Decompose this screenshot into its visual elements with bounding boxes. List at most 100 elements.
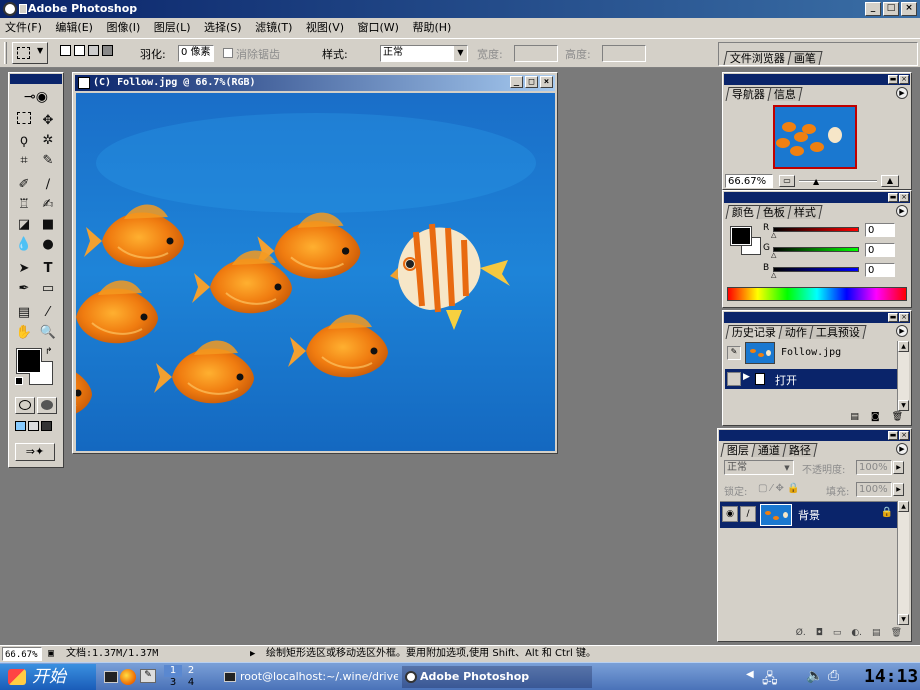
task-terminal[interactable]: root@localhost:~/.wine/drive_c/ [222,666,398,688]
tab-tool-presets[interactable]: 工具预设 [809,325,867,339]
screen-full-icon[interactable] [41,421,52,431]
notes-icon[interactable]: ▤ [13,303,35,323]
zoom-slider[interactable] [799,180,877,182]
tray-arrow-icon[interactable]: ◀ [746,669,754,680]
add-selection-icon[interactable] [74,45,85,56]
photoshop-eye-icon[interactable]: ⊸◉ [13,87,59,107]
screen-full-menu-icon[interactable] [28,421,39,431]
minimize-button[interactable]: _ [865,2,881,16]
stamp-icon[interactable]: ♖ [13,195,35,215]
menu-help[interactable]: 帮助(H) [407,18,456,38]
opacity-arrow-icon[interactable]: ▶ [893,461,904,474]
menu-window[interactable]: 窗口(W) [353,18,404,38]
tab-paths[interactable]: 路径 [782,443,818,457]
tab-swatches[interactable]: 色板 [756,205,792,219]
zoom-icon[interactable]: 🔍 [37,323,59,343]
doc-close-button[interactable]: × [540,76,553,88]
image-canvas[interactable] [76,93,555,451]
workspace-2[interactable]: 2 [182,665,200,677]
start-button[interactable]: 开始 [0,664,96,690]
blur-icon[interactable]: 💧 [13,235,35,255]
clock[interactable]: 14:13 [864,665,918,689]
marquee-icon[interactable] [13,111,35,131]
adjustment-layer-icon[interactable]: ◐. [851,628,862,638]
color-fg-swatch[interactable] [730,226,752,246]
shape-icon[interactable]: ▭ [37,279,59,299]
doc-minimize-button[interactable]: _ [510,76,523,88]
move-icon[interactable]: ✥ [37,111,59,131]
workspace-4[interactable]: 4 [182,677,200,689]
workspace-1[interactable]: 1 [164,665,182,677]
layer-row[interactable]: ◉ ∕ 背景 🔒 [720,502,897,528]
palette-minimize-button[interactable]: ▬ [888,313,898,322]
navigator-zoom-input[interactable]: 66.67% [725,174,773,188]
blend-mode-select[interactable]: 正常 ▼ [724,460,794,475]
doc-maximize-button[interactable]: □ [525,76,538,88]
scroll-down-icon[interactable]: ▼ [898,400,909,411]
feather-input[interactable]: 0 像素 [178,45,214,62]
antialias-checkbox[interactable] [223,48,233,58]
palette-minimize-button[interactable]: ▬ [888,431,898,440]
layer-mask-icon[interactable]: ◘ [816,628,823,638]
gradient-icon[interactable]: ■ [37,215,59,235]
scroll-down-icon[interactable]: ▼ [898,614,909,625]
task-photoshop[interactable]: Adobe Photoshop [402,666,592,688]
color-spectrum-bar[interactable] [727,287,907,301]
new-layer-icon[interactable]: ▤ [872,628,881,638]
layers-scrollbar[interactable]: ▲ ▼ [897,501,909,625]
layer-style-icon[interactable]: Ø. [796,628,806,638]
channel-g-thumb[interactable]: △ [771,251,776,259]
menu-select[interactable]: 选择(S) [199,18,247,38]
jump-to-imageready-icon[interactable]: ⇒✦ [15,443,55,461]
network-icon[interactable]: 🖧 [762,668,778,690]
navigator-thumbnail[interactable] [773,105,857,169]
channel-g-input[interactable]: 0 [865,243,895,257]
fill-arrow-icon[interactable]: ▶ [893,483,904,496]
type-icon[interactable]: T [37,259,59,279]
history-brush-icon[interactable]: ✍ [37,195,59,215]
menu-image[interactable]: 图像(I) [101,18,145,38]
style-select[interactable]: 正常 ▼ [380,45,468,62]
menu-filter[interactable]: 滤镜(T) [250,18,297,38]
path-select-icon[interactable]: ➤ [13,259,35,279]
quickmask-mode-icon[interactable] [37,397,57,414]
palette-minimize-button[interactable]: ▬ [888,75,898,84]
channel-b-thumb[interactable]: △ [771,271,776,279]
zoom-in-icon[interactable]: ▲ [881,175,899,187]
zoom-slider-thumb[interactable]: ▲ [813,177,819,186]
brush-link-icon[interactable]: ∕ [740,506,756,522]
default-colors-icon[interactable] [15,377,23,385]
palette-close-button[interactable]: × [899,75,909,84]
history-source-box[interactable] [727,372,741,386]
palette-minimize-button[interactable]: ▬ [888,193,898,202]
hand-icon[interactable]: ✋ [13,323,35,343]
tab-brushes[interactable]: 画笔 [787,51,823,65]
tab-layers[interactable]: 图层 [720,443,756,457]
new-selection-icon[interactable] [60,45,71,56]
volume-icon[interactable]: 🔈 [806,668,823,684]
swap-colors-icon[interactable]: ↱ [45,347,53,357]
status-arrow-icon[interactable]: ▶ [250,646,255,662]
menu-layer[interactable]: 图层(L) [149,18,196,38]
palette-menu-icon[interactable]: ▶ [896,205,908,217]
scroll-up-icon[interactable]: ▲ [898,341,909,352]
status-zoom-input[interactable]: 66.67% [2,647,42,661]
intersect-selection-icon[interactable] [102,45,113,56]
width-input[interactable] [514,45,558,62]
eyedropper-icon[interactable]: ⁄ [37,303,59,323]
menu-file[interactable]: 文件(F) [0,18,47,38]
channel-r-input[interactable]: 0 [865,223,895,237]
status-doc-size[interactable]: 文档:1.37M/1.37M [66,646,158,662]
magic-wand-icon[interactable]: ✲ [37,131,59,151]
history-snapshot[interactable]: ✎ Follow.jpg [725,341,897,367]
trash-icon[interactable]: 🗑 [892,412,903,422]
tab-history[interactable]: 历史记录 [725,325,783,339]
channel-r-thumb[interactable]: △ [771,231,776,239]
palette-close-button[interactable]: × [899,313,909,322]
history-scrollbar[interactable]: ▲ ▼ [897,341,909,411]
dodge-icon[interactable]: ● [37,235,59,255]
menu-view[interactable]: 视图(V) [301,18,349,38]
history-source-icon[interactable]: ✎ [727,346,741,360]
zoom-out-icon[interactable]: ▭ [779,175,795,187]
tab-actions[interactable]: 动作 [778,325,814,339]
